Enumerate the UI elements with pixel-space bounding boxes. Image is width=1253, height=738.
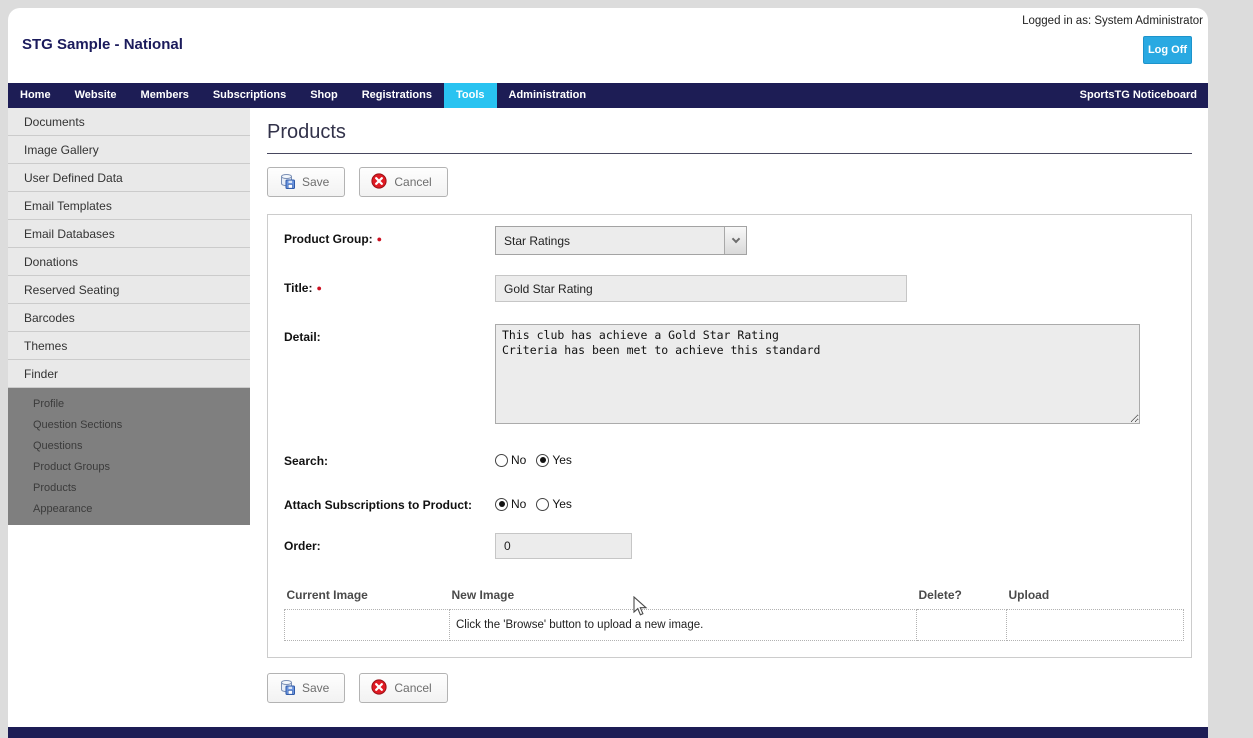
finder-subitem-question-sections[interactable]: Question Sections xyxy=(8,415,250,436)
form-row-search: Search: No Yes xyxy=(284,448,1181,468)
sidebar-item-documents[interactable]: Documents xyxy=(8,108,250,136)
nav-tools[interactable]: Tools xyxy=(443,83,497,108)
finder-subitem-product-groups[interactable]: Product Groups xyxy=(8,457,250,478)
cell-upload xyxy=(1006,609,1184,641)
cell-delete xyxy=(916,609,1007,641)
sidebar: Documents Image Gallery User Defined Dat… xyxy=(8,108,250,525)
product-group-label: Product Group: ● xyxy=(284,232,383,246)
nav-website[interactable]: Website xyxy=(63,83,129,108)
required-marker-icon: ● xyxy=(316,283,322,293)
col-upload: Upload xyxy=(1008,588,1050,602)
form-row-title: Title: ● xyxy=(284,275,1181,302)
cancel-button-top[interactable]: Cancel xyxy=(359,167,448,197)
form-row-attach-subscriptions: Attach Subscriptions to Product: No Yes xyxy=(284,492,1181,512)
cancel-icon xyxy=(371,678,387,698)
sidebar-item-email-templates[interactable]: Email Templates xyxy=(8,192,250,220)
title-label: Title: ● xyxy=(284,281,322,295)
attach-radio-no[interactable] xyxy=(495,497,508,511)
top-header: STG Sample - National Logged in as: Syst… xyxy=(8,8,1208,83)
logged-in-text: Logged in as: System Administrator xyxy=(1022,15,1203,27)
order-label: Order: xyxy=(284,539,321,553)
finder-subitem-products[interactable]: Products xyxy=(8,478,250,499)
nav-members[interactable]: Members xyxy=(129,83,201,108)
col-new-image: New Image xyxy=(451,588,515,602)
attach-radio-yes-label: Yes xyxy=(552,497,572,511)
cell-current-image xyxy=(284,609,450,641)
save-icon xyxy=(279,173,295,192)
search-label: Search: xyxy=(284,454,329,468)
save-button-top[interactable]: Save xyxy=(267,167,346,197)
sidebar-item-email-databases[interactable]: Email Databases xyxy=(8,220,250,248)
attach-subscriptions-label: Attach Subscriptions to Product: xyxy=(284,498,473,512)
finder-subitem-profile[interactable]: Profile xyxy=(8,394,250,415)
col-current-image: Current Image xyxy=(286,588,368,602)
image-table-row: Click the 'Browse' button to upload a ne… xyxy=(284,609,1184,641)
cancel-icon xyxy=(371,172,387,192)
image-upload-table: Current Image New Image Delete? Upload C… xyxy=(284,585,1184,641)
attach-radio-group: No Yes xyxy=(495,492,582,511)
finder-subitem-questions[interactable]: Questions xyxy=(8,436,250,457)
product-form-panel: Product Group: ● Star Ratings Title: ● G… xyxy=(267,214,1192,658)
main-navbar: Home Website Members Subscriptions Shop … xyxy=(8,83,1208,108)
attach-radio-no-label: No xyxy=(511,497,527,511)
product-group-select[interactable]: Star Ratings xyxy=(495,226,747,255)
search-radio-no-label: No xyxy=(511,453,527,467)
nav-home[interactable]: Home xyxy=(8,83,63,108)
sidebar-item-donations[interactable]: Donations xyxy=(8,248,250,276)
page-title: Products xyxy=(267,121,1192,154)
log-off-button[interactable]: Log Off xyxy=(1143,36,1192,64)
detail-label: Detail: xyxy=(284,330,321,344)
search-radio-yes[interactable] xyxy=(536,453,550,467)
product-group-selected-value: Star Ratings xyxy=(504,233,571,248)
detail-textarea[interactable]: This club has achieve a Gold Star Rating… xyxy=(495,324,1140,424)
app-window: STG Sample - National Logged in as: Syst… xyxy=(8,8,1208,738)
order-input[interactable] xyxy=(495,533,632,559)
attach-radio-yes[interactable] xyxy=(536,497,550,511)
noticeboard-link[interactable]: SportsTG Noticeboard xyxy=(1080,83,1208,108)
cell-new-image: Click the 'Browse' button to upload a ne… xyxy=(449,609,917,641)
sidebar-item-image-gallery[interactable]: Image Gallery xyxy=(8,136,250,164)
save-button-bottom[interactable]: Save xyxy=(267,673,346,703)
sidebar-item-user-defined-data[interactable]: User Defined Data xyxy=(8,164,250,192)
image-table-header-row: Current Image New Image Delete? Upload xyxy=(285,585,1184,610)
sidebar-item-themes[interactable]: Themes xyxy=(8,332,250,360)
form-row-product-group: Product Group: ● Star Ratings xyxy=(284,226,1181,255)
main-content: Products Save Cancel Product Group: ● St… xyxy=(250,108,1208,703)
search-radio-no[interactable] xyxy=(495,453,508,467)
footer-bar xyxy=(8,727,1208,738)
finder-subnav: Profile Question Sections Questions Prod… xyxy=(8,388,250,525)
sidebar-item-reserved-seating[interactable]: Reserved Seating xyxy=(8,276,250,304)
save-icon xyxy=(279,679,295,698)
sidebar-item-barcodes[interactable]: Barcodes xyxy=(8,304,250,332)
col-delete: Delete? xyxy=(918,588,962,602)
cancel-button-bottom[interactable]: Cancel xyxy=(359,673,448,703)
finder-subitem-appearance[interactable]: Appearance xyxy=(8,499,250,520)
toolbar-bottom: Save Cancel xyxy=(267,673,1192,703)
form-row-detail: Detail: This club has achieve a Gold Sta… xyxy=(284,324,1181,424)
sidebar-item-finder[interactable]: Finder xyxy=(8,360,250,388)
nav-registrations[interactable]: Registrations xyxy=(350,83,444,108)
search-radio-group: No Yes xyxy=(495,448,582,467)
title-input[interactable] xyxy=(495,275,907,302)
site-title: STG Sample - National xyxy=(22,36,183,53)
toolbar-top: Save Cancel xyxy=(267,167,1192,197)
chevron-down-icon xyxy=(724,227,746,254)
upload-hint-text: Click the 'Browse' button to upload a ne… xyxy=(456,619,704,631)
nav-subscriptions[interactable]: Subscriptions xyxy=(201,83,298,108)
search-radio-yes-label: Yes xyxy=(552,453,572,467)
nav-administration[interactable]: Administration xyxy=(497,83,599,108)
nav-shop[interactable]: Shop xyxy=(298,83,350,108)
form-row-order: Order: xyxy=(284,533,1181,559)
required-marker-icon: ● xyxy=(376,234,383,244)
